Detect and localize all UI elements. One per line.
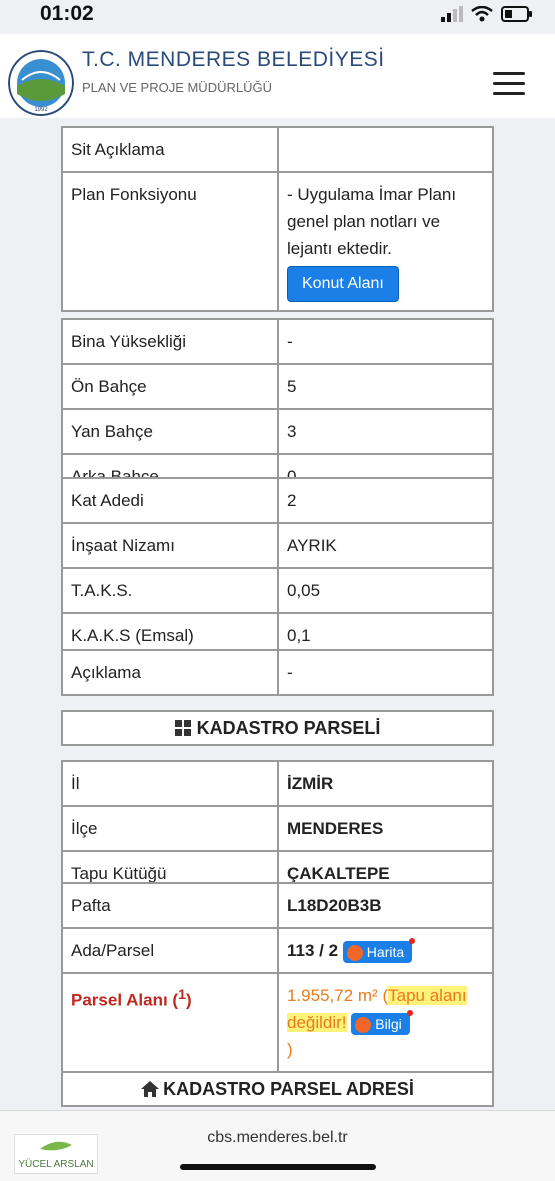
info-button[interactable]: Bilgi bbox=[351, 1009, 413, 1035]
row-value: 3 bbox=[277, 408, 494, 455]
status-icons bbox=[441, 6, 533, 22]
menu-icon[interactable] bbox=[493, 72, 525, 96]
table-row: T.A.K.S. 0,05 bbox=[61, 567, 494, 614]
row-value: 5 bbox=[277, 363, 494, 410]
wifi-icon bbox=[471, 6, 493, 22]
signal-icon bbox=[441, 6, 463, 22]
parcel-table: Pafta L18D20B3B Ada/Parsel 113 / 2 Harit… bbox=[61, 882, 494, 1073]
grid-icon bbox=[174, 720, 191, 736]
setback-table: Bina Yüksekliği- Ön Bahçe5 Yan Bahçe3 Ar… bbox=[61, 318, 494, 500]
table-row: Pafta L18D20B3B bbox=[61, 882, 494, 929]
area-label-end: ) bbox=[185, 990, 192, 1010]
notification-dot bbox=[406, 1009, 413, 1016]
battery-icon bbox=[501, 6, 532, 22]
area-paren-close: ) bbox=[287, 1040, 293, 1059]
row-label: İl bbox=[61, 760, 279, 807]
row-value: 2 bbox=[277, 477, 494, 524]
status-time: 01:02 bbox=[40, 2, 94, 25]
table-row: Parsel Alanı (1) 1.955,72 m² (Tapu alanı… bbox=[61, 972, 494, 1073]
row-label: Bina Yüksekliği bbox=[61, 318, 279, 365]
logo-year: 1992 bbox=[34, 107, 48, 113]
table-row: Ön Bahçe 5 bbox=[61, 363, 494, 410]
row-value-cell: - Uygulama İmar Planı genel plan notları… bbox=[277, 171, 494, 312]
section-title: KADASTRO PARSELİ bbox=[196, 718, 381, 738]
table-row: Plan Fonksiyonu - Uygulama İmar Planı ge… bbox=[61, 171, 494, 312]
ada-parsel-value: 113 / 2 bbox=[287, 941, 339, 960]
cadastre-section-header: KADASTRO PARSELİ bbox=[61, 710, 494, 746]
municipality-logo: 1992 bbox=[8, 50, 74, 116]
row-label: İnşaat Nizamı bbox=[61, 522, 279, 569]
location-table: İl İZMİR İlçe MENDERES Tapu Kütüğü ÇAKALTEP… bbox=[61, 760, 494, 897]
table-row: Açıklama - bbox=[61, 649, 494, 696]
area-value-cell: 1.955,72 m² (Tapu alanı değildir! Bilgi … bbox=[277, 972, 494, 1073]
table-row: İnşaat Nizamı AYRIK bbox=[61, 522, 494, 569]
globe-icon bbox=[355, 1016, 372, 1033]
row-label: Yan Bahçe bbox=[61, 408, 279, 455]
row-label: İlçe bbox=[61, 805, 279, 852]
area-paren-open: ( bbox=[377, 986, 389, 1005]
building-table: Kat Adedi 2 İnşaat Nizamı AYRIK T.A.K.S. 0,… bbox=[61, 477, 494, 659]
row-value: İZMİR bbox=[277, 760, 494, 807]
notification-dot bbox=[409, 937, 416, 944]
table-row: İlçe MENDERES bbox=[61, 805, 494, 852]
table-row: Bina Yüksekliği - bbox=[61, 318, 494, 365]
area-label-cell: Parsel Alanı (1) bbox=[61, 972, 279, 1073]
row-label: Plan Fonksiyonu bbox=[61, 171, 279, 312]
table-row: Sit Açıklama bbox=[61, 126, 494, 173]
row-label: Kat Adedi bbox=[61, 477, 279, 524]
table-row: Ada/Parsel 113 / 2 Harita bbox=[61, 927, 494, 974]
row-value: 0,05 bbox=[277, 567, 494, 614]
map-button[interactable]: Harita bbox=[342, 937, 416, 963]
table-row: İl İZMİR bbox=[61, 760, 494, 807]
area-label: Parsel Alanı ( bbox=[71, 990, 179, 1010]
info-button-label: Bilgi bbox=[375, 1015, 402, 1032]
row-label: T.A.K.S. bbox=[61, 567, 279, 614]
row-value-cell: 113 / 2 Harita bbox=[277, 927, 494, 974]
section-title: KADASTRO PARSEL ADRESİ bbox=[163, 1079, 414, 1099]
area-footnote: 1 bbox=[178, 987, 186, 1003]
address-section-header: KADASTRO PARSEL ADRESİ bbox=[61, 1071, 494, 1107]
row-value: L18D20B3B bbox=[277, 882, 494, 929]
home-indicator[interactable] bbox=[180, 1164, 376, 1170]
row-value: - bbox=[277, 318, 494, 365]
table-row: Yan Bahçe 3 bbox=[61, 408, 494, 455]
residential-area-button[interactable]: Konut Alanı bbox=[287, 266, 399, 302]
org-subtitle: PLAN VE PROJE MÜDÜRLÜĞÜ bbox=[82, 80, 272, 95]
status-bar: 01:02 bbox=[0, 0, 555, 34]
site-header: 1992 T.C. MENDERES BELEDİYESİ PLAN VE PR… bbox=[0, 34, 555, 119]
plan-function-text: - Uygulama İmar Planı genel plan notları… bbox=[287, 185, 457, 258]
main-content: Sit Açıklama Plan Fonksiyonu - Uygulama … bbox=[0, 118, 555, 1110]
row-label: Sit Açıklama bbox=[61, 126, 279, 173]
watermark-logo: YÜCEL ARSLAN bbox=[14, 1134, 98, 1174]
row-label: Ada/Parsel bbox=[61, 927, 279, 974]
plan-table: Sit Açıklama Plan Fonksiyonu - Uygulama … bbox=[61, 126, 494, 312]
globe-icon bbox=[346, 944, 363, 961]
parcel-area-value: 1.955,72 m² bbox=[287, 986, 378, 1005]
home-icon bbox=[141, 1081, 160, 1097]
row-value bbox=[277, 126, 494, 173]
row-label: Açıklama bbox=[61, 649, 279, 696]
description-table: Açıklama - bbox=[61, 649, 494, 696]
row-label: Pafta bbox=[61, 882, 279, 929]
row-value: AYRIK bbox=[277, 522, 494, 569]
map-button-label: Harita bbox=[366, 943, 405, 960]
row-value: - bbox=[277, 649, 494, 696]
org-title: T.C. MENDERES BELEDİYESİ bbox=[82, 48, 385, 71]
watermark-text: YÜCEL ARSLAN bbox=[18, 1159, 94, 1170]
leaf-icon bbox=[40, 1141, 72, 1151]
table-row: Kat Adedi 2 bbox=[61, 477, 494, 524]
row-label: Ön Bahçe bbox=[61, 363, 279, 410]
row-value: MENDERES bbox=[277, 805, 494, 852]
